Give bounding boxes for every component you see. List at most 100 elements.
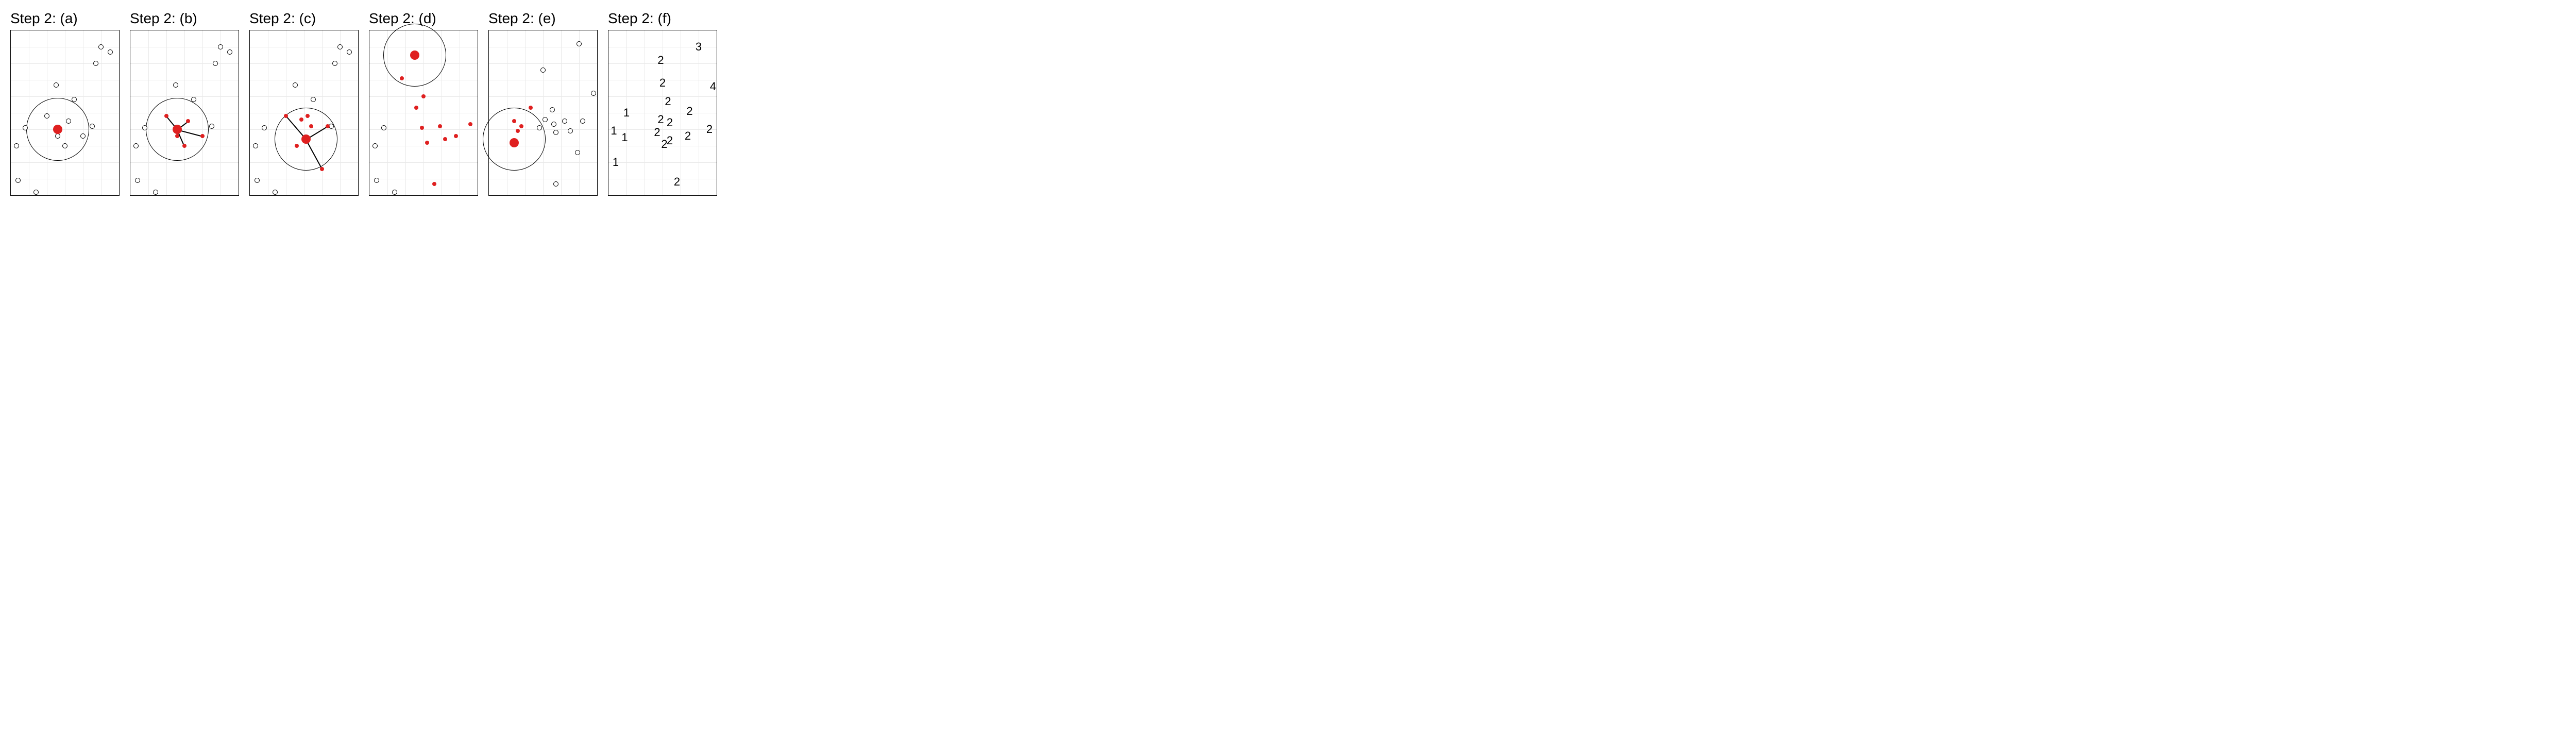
point-hollow (227, 49, 232, 55)
point-hollow (54, 82, 59, 88)
cluster-label: 4 (710, 80, 716, 93)
point-hollow (337, 44, 343, 49)
point-hollow (218, 44, 223, 49)
point-hollow (44, 113, 49, 119)
point-cluster (200, 134, 205, 138)
cluster-label: 1 (623, 106, 630, 120)
point-cluster (186, 119, 190, 123)
grid-h (369, 162, 478, 163)
point-hollow (553, 181, 558, 187)
point-cluster (414, 106, 418, 110)
point-hollow (108, 49, 113, 55)
panel-title: Step 2: (d) (369, 10, 478, 27)
point-cluster (175, 134, 179, 138)
point-cluster (320, 167, 324, 171)
point-hollow (374, 178, 379, 183)
cluster-label: 2 (706, 123, 713, 136)
point-cluster (309, 124, 313, 128)
point-hollow (93, 61, 98, 66)
point-hollow (62, 143, 67, 148)
cluster-label: 2 (657, 113, 664, 126)
cluster-label: 2 (654, 126, 660, 139)
point-hollow (562, 119, 567, 124)
cluster-label: 3 (696, 40, 702, 54)
point-cluster (432, 182, 436, 186)
panel-title: Step 2: (b) (130, 10, 239, 27)
point-hollow (90, 124, 95, 129)
grid-h (608, 96, 717, 97)
point-cluster (400, 76, 404, 80)
cluster-label: 2 (657, 54, 664, 67)
point-cluster (438, 124, 442, 128)
core-point (173, 125, 182, 134)
point-hollow (253, 143, 258, 148)
point-cluster (421, 94, 426, 98)
point-hollow (332, 61, 337, 66)
point-hollow (591, 91, 596, 96)
plot-area (130, 30, 239, 196)
cluster-label: 2 (665, 95, 671, 108)
grid-h (608, 162, 717, 163)
cluster-label: 2 (674, 175, 680, 189)
point-hollow (133, 143, 139, 148)
cluster-label: 2 (659, 76, 666, 90)
point-cluster (443, 137, 447, 141)
cluster-label: 1 (611, 124, 617, 138)
point-hollow (372, 143, 378, 148)
plot-area (10, 30, 120, 196)
core-point (301, 134, 311, 144)
point-hollow (209, 124, 214, 129)
grid-h (489, 96, 597, 97)
point-hollow (135, 178, 140, 183)
cluster-label: 1 (621, 131, 628, 144)
point-hollow (15, 178, 21, 183)
point-hollow (550, 107, 555, 112)
point-hollow (553, 130, 558, 135)
panel-f: Step 2: (f)111122222222222234 (608, 10, 717, 196)
point-hollow (537, 125, 542, 130)
grid-h (130, 63, 239, 64)
grid-h (130, 162, 239, 163)
grid-h (11, 63, 119, 64)
point-hollow (551, 122, 556, 127)
grid-h (608, 129, 717, 130)
panel-title: Step 2: (f) (608, 10, 717, 27)
point-hollow (142, 125, 147, 130)
core-point (53, 125, 62, 134)
point-hollow (580, 119, 585, 124)
point-hollow (311, 97, 316, 102)
plot-area (369, 30, 478, 196)
point-hollow (577, 41, 582, 46)
cluster-label: 2 (686, 105, 692, 118)
point-cluster (420, 126, 424, 130)
cluster-label: 2 (667, 116, 673, 129)
point-hollow (568, 128, 573, 133)
point-cluster (299, 117, 303, 122)
point-hollow (213, 61, 218, 66)
point-cluster (164, 114, 168, 118)
point-hollow (273, 190, 278, 195)
point-hollow (80, 133, 86, 139)
point-hollow (543, 117, 548, 122)
point-hollow (33, 190, 39, 195)
point-cluster (516, 129, 520, 133)
grid-h (250, 63, 358, 64)
point-hollow (575, 150, 580, 155)
plot-area (249, 30, 359, 196)
grid-h (11, 162, 119, 163)
point-hollow (173, 82, 178, 88)
point-hollow (540, 68, 546, 73)
point-hollow (153, 190, 158, 195)
point-cluster (326, 124, 330, 128)
point-cluster (182, 144, 187, 148)
point-hollow (191, 97, 196, 102)
panel-title: Step 2: (a) (10, 10, 120, 27)
point-hollow (14, 143, 19, 148)
point-cluster (425, 141, 429, 145)
plot-area (488, 30, 598, 196)
point-hollow (23, 125, 28, 130)
point-cluster (284, 114, 288, 118)
point-hollow (255, 178, 260, 183)
point-cluster (295, 144, 299, 148)
grid-h (489, 63, 597, 64)
